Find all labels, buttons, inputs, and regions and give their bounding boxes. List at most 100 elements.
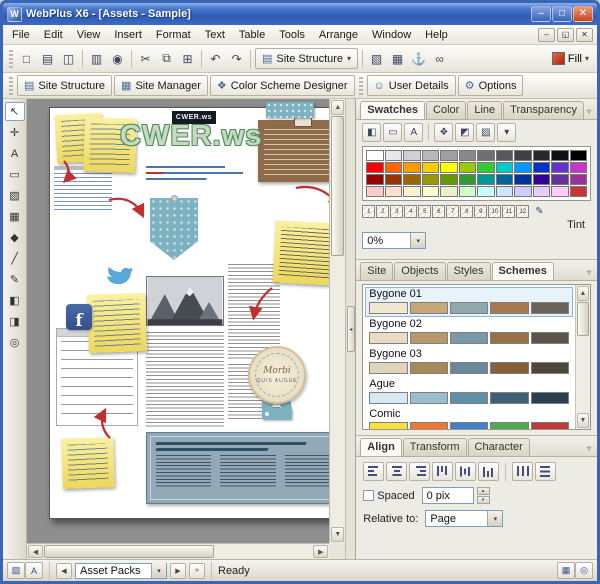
color-swatch[interactable] [403, 150, 421, 161]
scheme-color-slot[interactable]: 5 [418, 205, 432, 218]
color-swatch[interactable] [458, 186, 477, 197]
mdi-close-button[interactable]: ✕ [576, 27, 593, 42]
tab-character[interactable]: Character [467, 438, 530, 456]
color-swatch[interactable] [551, 174, 569, 185]
menu-item-table[interactable]: Table [232, 26, 272, 44]
site-structure-button[interactable]: ▤ Site Structure ▾ [255, 48, 359, 69]
mdi-minimize-button[interactable]: – [538, 27, 555, 42]
align-top-button[interactable] [432, 462, 454, 481]
zoom-tool[interactable]: ◎ [5, 333, 25, 352]
print-icon[interactable]: ▥ [86, 48, 107, 69]
styled-text-sample[interactable] [146, 166, 256, 188]
paste-icon[interactable]: ⊞ [177, 48, 198, 69]
sticky-note[interactable] [87, 293, 147, 353]
color-swatch[interactable] [477, 150, 495, 161]
menu-item-edit[interactable]: Edit [37, 26, 70, 44]
scheme-color-slot[interactable]: 7 [446, 205, 460, 218]
twitter-bird-icon[interactable] [104, 264, 134, 288]
line-style-button[interactable]: ▭ [383, 122, 403, 142]
color-swatch[interactable] [477, 162, 495, 173]
canvas-horizontal-scrollbar[interactable]: ◀ ▶ [27, 543, 330, 559]
color-swatch[interactable] [532, 162, 551, 173]
color-swatch[interactable] [421, 186, 440, 197]
color-swatch[interactable] [514, 162, 532, 173]
spaced-checkbox[interactable] [363, 490, 375, 501]
options-button[interactable]: ⚙ Options [457, 75, 524, 96]
chevron-down-icon[interactable]: ▾ [410, 233, 426, 248]
color-swatch[interactable] [403, 162, 421, 173]
scroll-down-button[interactable]: ▼ [331, 527, 345, 542]
color-swatch[interactable] [384, 174, 403, 185]
color-swatch[interactable] [421, 174, 440, 185]
tab-line[interactable]: Line [467, 101, 503, 119]
collapse-panel-button[interactable]: ◂ [346, 306, 355, 352]
assets-tab-icon[interactable]: ▧ [7, 562, 25, 579]
red-arrow[interactable] [60, 158, 77, 184]
scheme-color-slot[interactable]: 6 [432, 205, 446, 218]
align-left-button[interactable] [363, 462, 385, 481]
relative-to-select[interactable]: Page ▾ [425, 510, 504, 527]
scheme-color-slot[interactable]: 8 [460, 205, 474, 218]
color-swatch[interactable] [514, 174, 532, 185]
redo-icon[interactable]: ↷ [226, 48, 247, 69]
scroll-track[interactable] [214, 544, 312, 559]
schemes-scrollbar[interactable]: ▲ ▼ [575, 285, 590, 429]
color-swatch[interactable] [440, 162, 458, 173]
red-arrow[interactable] [248, 284, 276, 322]
color-swatch[interactable] [495, 174, 514, 185]
bunting-pennant[interactable] [150, 198, 198, 260]
insert-anchor-icon[interactable]: ⚓ [408, 48, 429, 69]
tab-color[interactable]: Color [426, 101, 467, 119]
color-swatch[interactable] [551, 186, 569, 197]
undo-icon[interactable]: ↶ [205, 48, 226, 69]
tab-styles[interactable]: Styles [446, 262, 491, 280]
color-swatch[interactable] [421, 150, 440, 161]
last-asset-button[interactable]: » [189, 562, 205, 579]
pen-tool[interactable]: ✎ [5, 270, 25, 289]
text-color-button[interactable]: A [404, 122, 424, 142]
bitmap-fill-button[interactable]: ▨ [476, 122, 496, 142]
text-frame-tool[interactable]: ▭ [5, 165, 25, 184]
hintline-icon[interactable]: ◎ [575, 562, 593, 579]
scheme-entry-bygone-03[interactable]: Bygone 03 [365, 347, 573, 377]
prev-asset-button[interactable]: ◀ [56, 562, 72, 579]
red-arrow[interactable] [93, 407, 116, 442]
distribute-h-button[interactable] [512, 462, 534, 481]
panel-menu-icon[interactable]: ▿ [585, 444, 593, 456]
panel-options-button[interactable]: ▾ [497, 122, 517, 142]
color-swatch[interactable] [366, 150, 384, 161]
user-details-button[interactable]: ☺ User Details [366, 75, 456, 96]
color-swatch[interactable] [532, 174, 551, 185]
asset-packs-select[interactable]: Asset Packs ▾ [75, 562, 167, 579]
fill-style-button[interactable]: ◧ [362, 122, 382, 142]
tab-align[interactable]: Align [360, 438, 402, 456]
menu-item-tools[interactable]: Tools [272, 26, 312, 44]
footer-panel[interactable] [146, 432, 330, 504]
scheme-color-slot[interactable]: 9 [474, 205, 488, 218]
color-swatch[interactable] [458, 174, 477, 185]
scroll-up-button[interactable]: ▲ [331, 100, 345, 115]
align-center-h-button[interactable] [386, 462, 408, 481]
gradient-fill-button[interactable]: ◩ [455, 122, 475, 142]
next-asset-button[interactable]: ▶ [170, 562, 186, 579]
sticky-note[interactable] [61, 437, 115, 489]
tab-transparency[interactable]: Transparency [503, 101, 584, 119]
scroll-down-button[interactable]: ▼ [577, 413, 589, 428]
copy-icon[interactable]: ⧉ [156, 48, 177, 69]
preview-icon[interactable]: ◉ [107, 48, 128, 69]
chevron-down-icon[interactable]: ▾ [487, 511, 503, 526]
site-manager-button[interactable]: ▦ Site Manager [114, 75, 208, 96]
save-icon[interactable]: ◫ [58, 48, 79, 69]
color-swatch[interactable] [458, 162, 477, 173]
insert-hyperlink-icon[interactable]: ∞ [429, 48, 450, 69]
color-swatch[interactable] [495, 150, 514, 161]
facebook-icon[interactable]: f [66, 304, 92, 330]
maximize-button[interactable]: □ [552, 6, 572, 22]
cut-icon[interactable]: ✂ [135, 48, 156, 69]
line-tool[interactable]: ╱ [5, 249, 25, 268]
scroll-left-button[interactable]: ◀ [28, 545, 43, 558]
tab-swatches[interactable]: Swatches [360, 101, 426, 119]
scheme-color-slot[interactable]: 1 [362, 205, 376, 218]
tint-select[interactable]: 0% ▾ [362, 232, 427, 249]
color-swatch[interactable] [532, 150, 551, 161]
